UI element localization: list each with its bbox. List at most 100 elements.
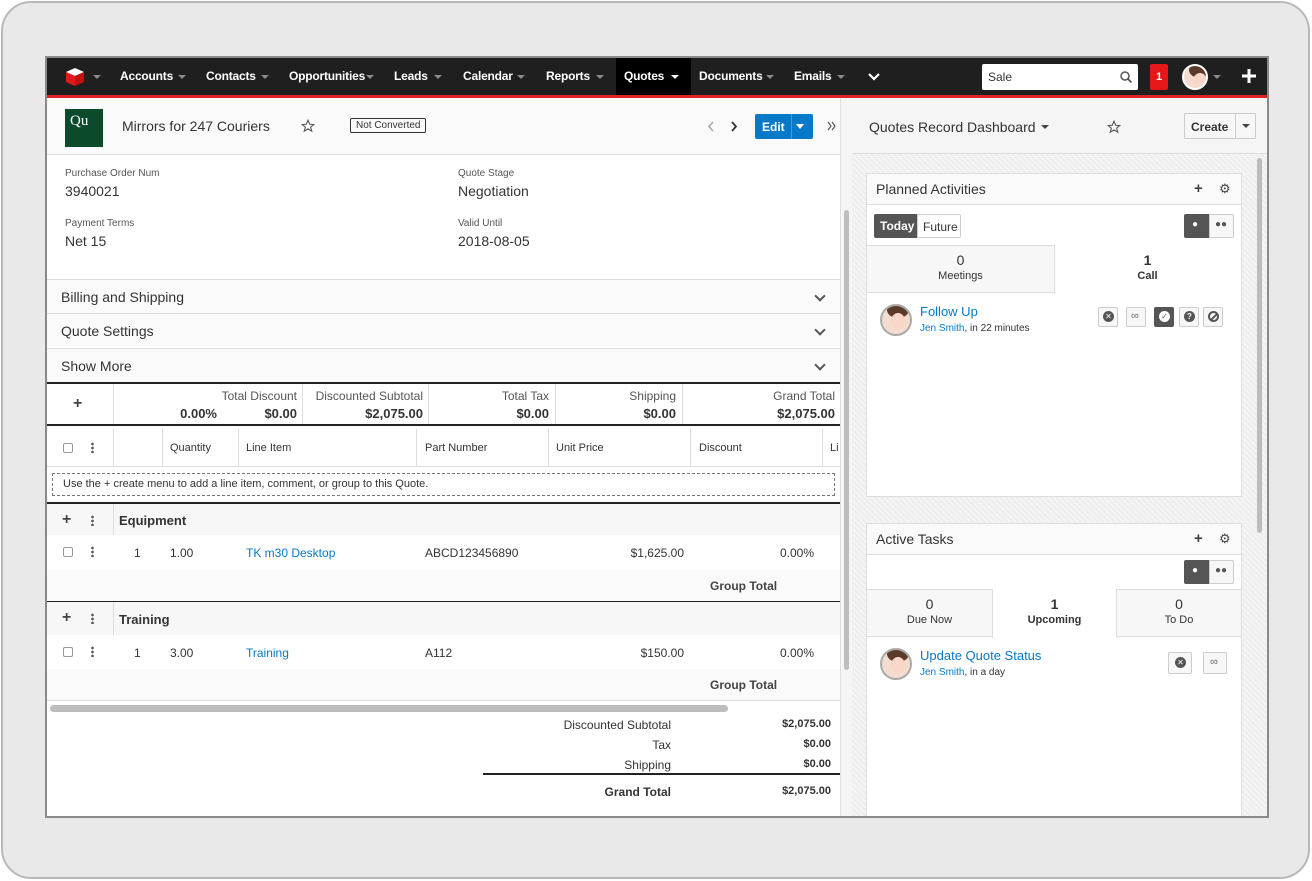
add-plus-icon[interactable]: + <box>1194 531 1203 546</box>
notifications-badge[interactable]: 1 <box>1150 64 1168 90</box>
edit-button[interactable]: Edit <box>755 114 813 139</box>
sugar-logo-icon[interactable] <box>65 67 85 87</box>
kebab-menu-icon[interactable] <box>91 442 94 453</box>
not-held-icon[interactable] <box>1203 307 1223 327</box>
chevron-down-icon[interactable] <box>814 359 826 371</box>
col-unit-price[interactable]: Unit Price <box>556 442 604 454</box>
group-name[interactable]: Equipment <box>119 513 186 528</box>
more-modules-icon[interactable] <box>868 72 880 82</box>
gear-icon[interactable]: ⚙ <box>1219 531 1231 547</box>
col-line-total[interactable]: Li <box>830 442 839 454</box>
kebab-menu-icon[interactable] <box>91 515 94 526</box>
terms-value[interactable]: Net 15 <box>65 233 106 249</box>
add-plus-icon[interactable]: + <box>62 610 71 626</box>
gear-icon[interactable]: ⚙ <box>1219 181 1231 197</box>
nav-opportunities[interactable]: Opportunities <box>289 58 365 95</box>
chevron-down-icon[interactable] <box>178 75 186 79</box>
row-part-number[interactable]: ABCD123456890 <box>425 546 518 560</box>
dashboard-scrollbar[interactable] <box>1257 158 1262 533</box>
previous-record-icon[interactable] <box>707 121 715 132</box>
task-user-link[interactable]: Jen Smith <box>920 667 964 678</box>
create-button[interactable]: Create <box>1184 113 1256 139</box>
chevron-down-icon[interactable] <box>671 75 679 79</box>
unlink-icon[interactable]: ∞ <box>1126 307 1146 327</box>
activity-user-link[interactable]: Jen Smith <box>920 323 964 334</box>
close-icon[interactable]: ✕ <box>1098 307 1118 327</box>
user-avatar[interactable] <box>1182 64 1208 90</box>
chevron-down-icon[interactable] <box>366 75 374 79</box>
avatar[interactable] <box>880 648 912 680</box>
row-part-number[interactable]: A112 <box>425 646 452 660</box>
nav-documents[interactable]: Documents <box>699 58 763 95</box>
nav-contacts[interactable]: Contacts <box>206 58 256 95</box>
vertical-scrollbar[interactable] <box>844 210 849 670</box>
logo-caret-icon[interactable] <box>93 75 101 79</box>
global-search-input[interactable]: Sale <box>982 64 1138 90</box>
row-checkbox[interactable] <box>63 547 73 557</box>
row-discount[interactable]: 0.00% <box>714 546 814 560</box>
row-checkbox[interactable] <box>63 647 73 657</box>
panel-quote-settings[interactable]: Quote Settings <box>47 313 840 347</box>
nav-accounts[interactable]: Accounts <box>120 58 173 95</box>
col-quantity[interactable]: Quantity <box>170 442 211 454</box>
unlink-icon[interactable]: ∞ <box>1203 652 1227 674</box>
tab-due-now[interactable]: 0 Due Now <box>867 596 992 626</box>
horizontal-scrollbar[interactable] <box>50 705 728 712</box>
toggle-sidebar-icon[interactable] <box>827 121 836 131</box>
panel-billing-shipping[interactable]: Billing and Shipping <box>47 279 840 313</box>
tab-to-do[interactable]: 0 To Do <box>1117 596 1241 626</box>
held-check-icon[interactable]: ✓ <box>1154 307 1174 327</box>
tab-upcoming[interactable]: 1 Upcoming <box>992 596 1117 626</box>
nav-calendar[interactable]: Calendar <box>463 58 513 95</box>
chevron-down-icon[interactable] <box>434 75 442 79</box>
row-line-item-link[interactable]: Training <box>246 646 289 660</box>
chevron-down-icon[interactable] <box>814 290 826 302</box>
chevron-down-icon[interactable] <box>1041 125 1049 129</box>
panel-show-more[interactable]: Show More <box>47 348 840 382</box>
chevron-down-icon[interactable] <box>796 124 804 129</box>
nav-quotes[interactable]: Quotes <box>616 58 691 95</box>
chevron-down-icon[interactable] <box>766 75 774 79</box>
add-plus-icon[interactable]: + <box>62 512 71 528</box>
row-quantity[interactable]: 3.00 <box>170 646 193 660</box>
col-discount[interactable]: Discount <box>699 442 742 454</box>
task-title-link[interactable]: Update Quote Status <box>920 648 1041 663</box>
kebab-menu-icon[interactable] <box>91 546 94 557</box>
avatar[interactable] <box>880 304 912 336</box>
group-name[interactable]: Training <box>119 612 170 627</box>
po-value[interactable]: 3940021 <box>65 183 120 199</box>
add-plus-icon[interactable]: + <box>73 396 82 412</box>
dashboard-title[interactable]: Quotes Record Dashboard <box>869 119 1036 135</box>
chevron-down-icon[interactable] <box>261 75 269 79</box>
col-line-item[interactable]: Line Item <box>246 442 291 454</box>
row-discount[interactable]: 0.00% <box>714 646 814 660</box>
question-icon[interactable]: ? <box>1179 307 1199 327</box>
favorite-star-icon[interactable] <box>301 119 315 133</box>
my-items-toggle[interactable]: ● <box>1184 560 1209 584</box>
valid-value[interactable]: 2018-08-05 <box>458 233 530 249</box>
activity-title-link[interactable]: Follow Up <box>920 304 978 319</box>
chevron-down-icon[interactable] <box>814 324 826 336</box>
stage-value[interactable]: Negotiation <box>458 183 529 199</box>
col-part-number[interactable]: Part Number <box>425 442 487 454</box>
close-icon[interactable]: ✕ <box>1168 652 1192 674</box>
nav-emails[interactable]: Emails <box>794 58 832 95</box>
chevron-down-icon[interactable] <box>1213 75 1221 79</box>
row-quantity[interactable]: 1.00 <box>170 546 193 560</box>
tab-meetings[interactable]: 0 Meetings <box>867 252 1054 282</box>
team-items-toggle[interactable]: ●● <box>1209 560 1234 584</box>
team-items-toggle[interactable]: ●● <box>1209 214 1234 238</box>
chevron-down-icon[interactable] <box>837 75 845 79</box>
nav-reports[interactable]: Reports <box>546 58 590 95</box>
row-unit-price[interactable]: $1,625.00 <box>584 546 684 560</box>
quick-create-plus-icon[interactable] <box>1242 69 1256 83</box>
select-all-checkbox[interactable] <box>63 443 73 453</box>
tab-call[interactable]: 1 Call <box>1054 252 1241 282</box>
row-unit-price[interactable]: $150.00 <box>584 646 684 660</box>
kebab-menu-icon[interactable] <box>91 646 94 657</box>
search-icon[interactable] <box>1120 71 1132 83</box>
row-line-item-link[interactable]: TK m30 Desktop <box>246 546 335 560</box>
chevron-down-icon[interactable] <box>1242 124 1250 128</box>
tab-future[interactable]: Future <box>917 214 961 238</box>
favorite-star-icon[interactable] <box>1107 120 1121 134</box>
